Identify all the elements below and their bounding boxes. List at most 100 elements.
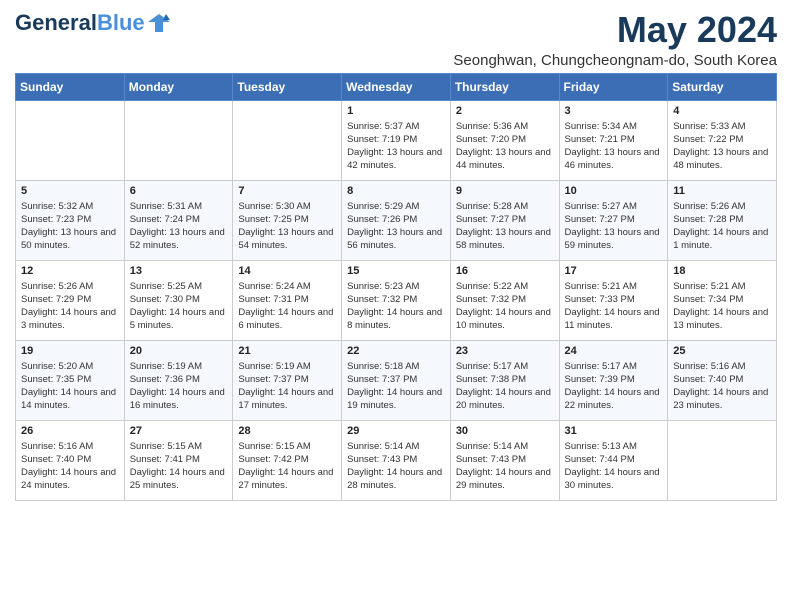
- calendar-cell: [16, 100, 125, 180]
- day-number: 3: [565, 105, 663, 117]
- cell-info: Sunrise: 5:25 AMSunset: 7:30 PMDaylight:…: [130, 280, 228, 333]
- calendar-cell: 6Sunrise: 5:31 AMSunset: 7:24 PMDaylight…: [124, 180, 233, 260]
- day-number: 30: [456, 425, 554, 437]
- day-number: 14: [238, 265, 336, 277]
- calendar-cell: 1Sunrise: 5:37 AMSunset: 7:19 PMDaylight…: [342, 100, 451, 180]
- day-number: 8: [347, 185, 445, 197]
- calendar-cell: 21 Sunrise: 5:19 AMSunset: 7:37 PMDayligh…: [233, 340, 342, 420]
- logo-bird-icon: [148, 12, 170, 34]
- cell-info: Sunrise: 5:20 AMSunset: 7:35 PMDaylight:…: [21, 360, 119, 413]
- header-monday: Monday: [124, 73, 233, 100]
- cell-info: Sunrise: 5:15 AMSunset: 7:42 PMDaylight:…: [238, 440, 336, 493]
- cell-info: Sunrise: 5:21 AMSunset: 7:33 PMDaylight:…: [565, 280, 663, 333]
- header-sunday: Sunday: [16, 73, 125, 100]
- day-number: 17: [565, 265, 663, 277]
- logo: GeneralBlue: [15, 10, 170, 36]
- cell-info: Sunrise: 5:18 AMSunset: 7:37 PMDaylight:…: [347, 360, 445, 413]
- day-number: 18: [673, 265, 771, 277]
- calendar-cell: 29 Sunrise: 5:14 AMSunset: 7:43 PMDayligh…: [342, 420, 451, 500]
- calendar-table: SundayMondayTuesdayWednesdayThursdayFrid…: [15, 73, 777, 501]
- cell-info: Sunrise: 5:27 AMSunset: 7:27 PMDaylight:…: [565, 200, 663, 253]
- cell-info: Sunrise: 5:26 AMSunset: 7:29 PMDaylight:…: [21, 280, 119, 333]
- calendar-cell: 2 Sunrise: 5:36 AMSunset: 7:20 PMDaylight…: [450, 100, 559, 180]
- calendar-cell: 19 Sunrise: 5:20 AMSunset: 7:35 PMDayligh…: [16, 340, 125, 420]
- calendar-cell: [668, 420, 777, 500]
- calendar-cell: 23 Sunrise: 5:17 AMSunset: 7:38 PMDayligh…: [450, 340, 559, 420]
- calendar-cell: 31Sunrise: 5:13 AMSunset: 7:44 PMDayligh…: [559, 420, 668, 500]
- day-number: 13: [130, 265, 228, 277]
- calendar-cell: 5 Sunrise: 5:32 AMSunset: 7:23 PMDaylight…: [16, 180, 125, 260]
- calendar-cell: 20 Sunrise: 5:19 AMSunset: 7:36 PMDayligh…: [124, 340, 233, 420]
- logo-text: GeneralBlue: [15, 10, 145, 36]
- cell-info: Sunrise: 5:15 AMSunset: 7:41 PMDaylight:…: [130, 440, 228, 493]
- header-wednesday: Wednesday: [342, 73, 451, 100]
- calendar-cell: 10 Sunrise: 5:27 AMSunset: 7:27 PMDayligh…: [559, 180, 668, 260]
- cell-info: Sunrise: 5:19 AMSunset: 7:37 PMDaylight:…: [238, 360, 336, 413]
- calendar-cell: 3Sunrise: 5:34 AMSunset: 7:21 PMDaylight…: [559, 100, 668, 180]
- cell-info: Sunrise: 5:36 AMSunset: 7:20 PMDaylight:…: [456, 120, 554, 173]
- day-number: 23: [456, 345, 554, 357]
- calendar-cell: 7 Sunrise: 5:30 AMSunset: 7:25 PMDaylight…: [233, 180, 342, 260]
- cell-info: Sunrise: 5:19 AMSunset: 7:36 PMDaylight:…: [130, 360, 228, 413]
- calendar-cell: 27Sunrise: 5:15 AMSunset: 7:41 PMDayligh…: [124, 420, 233, 500]
- day-number: 5: [21, 185, 119, 197]
- calendar-cell: 22 Sunrise: 5:18 AMSunset: 7:37 PMDayligh…: [342, 340, 451, 420]
- day-number: 19: [21, 345, 119, 357]
- day-number: 11: [673, 185, 771, 197]
- day-number: 26: [21, 425, 119, 437]
- calendar-cell: 8 Sunrise: 5:29 AMSunset: 7:26 PMDaylight…: [342, 180, 451, 260]
- calendar-cell: 15Sunrise: 5:23 AMSunset: 7:32 PMDayligh…: [342, 260, 451, 340]
- day-number: 21: [238, 345, 336, 357]
- subtitle: Seonghwan, Chungcheongnam-do, South Kore…: [453, 52, 777, 69]
- day-number: 12: [21, 265, 119, 277]
- calendar-cell: 9 Sunrise: 5:28 AMSunset: 7:27 PMDaylight…: [450, 180, 559, 260]
- calendar-cell: 14 Sunrise: 5:24 AMSunset: 7:31 PMDayligh…: [233, 260, 342, 340]
- calendar-cell: 18Sunrise: 5:21 AMSunset: 7:34 PMDayligh…: [668, 260, 777, 340]
- calendar-cell: 13 Sunrise: 5:25 AMSunset: 7:30 PMDayligh…: [124, 260, 233, 340]
- day-number: 28: [238, 425, 336, 437]
- calendar-cell: 26 Sunrise: 5:16 AMSunset: 7:40 PMDayligh…: [16, 420, 125, 500]
- day-number: 2: [456, 105, 554, 117]
- day-number: 16: [456, 265, 554, 277]
- cell-info: Sunrise: 5:28 AMSunset: 7:27 PMDaylight:…: [456, 200, 554, 253]
- cell-info: Sunrise: 5:16 AMSunset: 7:40 PMDaylight:…: [21, 440, 119, 493]
- day-number: 29: [347, 425, 445, 437]
- day-number: 20: [130, 345, 228, 357]
- calendar-cell: 17 Sunrise: 5:21 AMSunset: 7:33 PMDayligh…: [559, 260, 668, 340]
- cell-info: Sunrise: 5:16 AMSunset: 7:40 PMDaylight:…: [673, 360, 771, 413]
- cell-info: Sunrise: 5:23 AMSunset: 7:32 PMDaylight:…: [347, 280, 445, 333]
- calendar-cell: 25Sunrise: 5:16 AMSunset: 7:40 PMDayligh…: [668, 340, 777, 420]
- cell-info: Sunrise: 5:32 AMSunset: 7:23 PMDaylight:…: [21, 200, 119, 253]
- header-thursday: Thursday: [450, 73, 559, 100]
- day-number: 22: [347, 345, 445, 357]
- calendar-cell: 24 Sunrise: 5:17 AMSunset: 7:39 PMDayligh…: [559, 340, 668, 420]
- header-friday: Friday: [559, 73, 668, 100]
- day-number: 10: [565, 185, 663, 197]
- title-block: May 2024 Seonghwan, Chungcheongnam-do, S…: [453, 10, 777, 69]
- cell-info: Sunrise: 5:22 AMSunset: 7:32 PMDaylight:…: [456, 280, 554, 333]
- cell-info: Sunrise: 5:14 AMSunset: 7:43 PMDaylight:…: [347, 440, 445, 493]
- day-number: 4: [673, 105, 771, 117]
- header-saturday: Saturday: [668, 73, 777, 100]
- cell-info: Sunrise: 5:29 AMSunset: 7:26 PMDaylight:…: [347, 200, 445, 253]
- cell-info: Sunrise: 5:31 AMSunset: 7:24 PMDaylight:…: [130, 200, 228, 253]
- day-number: 7: [238, 185, 336, 197]
- cell-info: Sunrise: 5:26 AMSunset: 7:28 PMDaylight:…: [673, 200, 771, 253]
- day-number: 24: [565, 345, 663, 357]
- day-number: 9: [456, 185, 554, 197]
- calendar-header: SundayMondayTuesdayWednesdayThursdayFrid…: [16, 73, 777, 100]
- page-header: GeneralBlue May 2024 Seonghwan, Chungche…: [15, 10, 777, 69]
- cell-info: Sunrise: 5:14 AMSunset: 7:43 PMDaylight:…: [456, 440, 554, 493]
- cell-info: Sunrise: 5:17 AMSunset: 7:38 PMDaylight:…: [456, 360, 554, 413]
- cell-info: Sunrise: 5:24 AMSunset: 7:31 PMDaylight:…: [238, 280, 336, 333]
- calendar-cell: 16 Sunrise: 5:22 AMSunset: 7:32 PMDayligh…: [450, 260, 559, 340]
- calendar-cell: 30 Sunrise: 5:14 AMSunset: 7:43 PMDayligh…: [450, 420, 559, 500]
- calendar-cell: 4 Sunrise: 5:33 AMSunset: 7:22 PMDaylight…: [668, 100, 777, 180]
- calendar-cell: [233, 100, 342, 180]
- cell-info: Sunrise: 5:17 AMSunset: 7:39 PMDaylight:…: [565, 360, 663, 413]
- cell-info: Sunrise: 5:37 AMSunset: 7:19 PMDaylight:…: [347, 120, 445, 173]
- cell-info: Sunrise: 5:33 AMSunset: 7:22 PMDaylight:…: [673, 120, 771, 173]
- calendar-cell: 28 Sunrise: 5:15 AMSunset: 7:42 PMDayligh…: [233, 420, 342, 500]
- calendar-cell: [124, 100, 233, 180]
- cell-info: Sunrise: 5:30 AMSunset: 7:25 PMDaylight:…: [238, 200, 336, 253]
